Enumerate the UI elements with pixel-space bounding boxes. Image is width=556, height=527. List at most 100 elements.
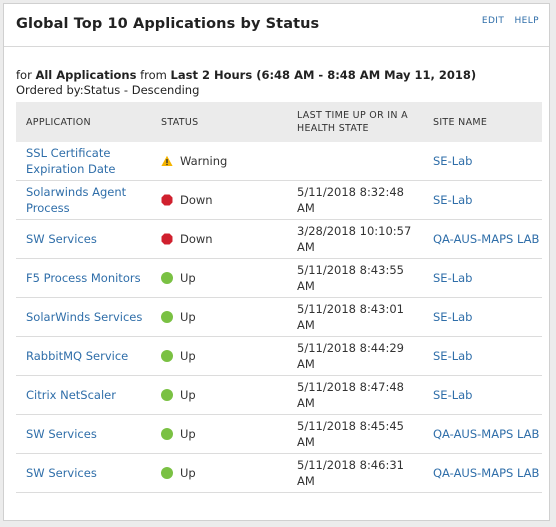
header-links: EDIT HELP	[475, 16, 539, 26]
summary-from: from	[140, 68, 167, 82]
application-cell: SW Services	[16, 414, 151, 454]
status-cell: Up	[151, 336, 287, 376]
site-link[interactable]: SE-Lab	[433, 154, 472, 168]
summary-line: for All Applications from Last 2 Hours (…	[16, 68, 476, 83]
status-label: Warning	[180, 154, 228, 168]
status-cell: Down	[151, 180, 287, 220]
site-cell: SE-Lab	[423, 297, 542, 337]
last-time-cell: 5/11/2018 8:46:31 AM	[287, 453, 423, 493]
site-cell: SE-Lab	[423, 375, 542, 415]
table-row: SW Services Down 3/28/2018 10:10:57 AM QA-A…	[16, 219, 542, 259]
application-cell: SolarWinds Services	[16, 297, 151, 337]
edit-link[interactable]: EDIT	[482, 16, 504, 26]
site-link[interactable]: SE-Lab	[433, 310, 472, 324]
last-time-cell: 5/11/2018 8:44:29 AM	[287, 336, 423, 376]
status-cell: Up	[151, 258, 287, 298]
summary-for: for	[16, 68, 32, 82]
application-cell: SW Services	[16, 453, 151, 493]
down-icon	[161, 194, 173, 206]
last-time-cell: 5/11/2018 8:45:45 AM	[287, 414, 423, 454]
status-label: Up	[180, 466, 196, 480]
application-link[interactable]: Citrix NetScaler	[26, 388, 116, 402]
table-body: SSL Certificate Expiration Date Warning SE…	[16, 142, 542, 493]
summary: for All Applications from Last 2 Hours (…	[16, 68, 476, 98]
application-link[interactable]: F5 Process Monitors	[26, 271, 141, 285]
header-site[interactable]: SITE NAME	[423, 102, 542, 142]
site-link[interactable]: QA-AUS-MAPS LAB	[433, 427, 539, 441]
site-link[interactable]: SE-Lab	[433, 271, 472, 285]
header-last-time[interactable]: LAST TIME UP OR IN A HEALTH STATE	[287, 102, 423, 142]
status-label: Up	[180, 271, 196, 285]
site-cell: SE-Lab	[423, 142, 542, 181]
application-link[interactable]: SW Services	[26, 232, 97, 246]
up-icon	[161, 428, 173, 440]
status-label: Up	[180, 349, 196, 363]
application-cell: Citrix NetScaler	[16, 375, 151, 415]
status-cell: Up	[151, 453, 287, 493]
last-time-cell: 5/11/2018 8:47:48 AM	[287, 375, 423, 415]
status-cell: Up	[151, 414, 287, 454]
application-cell: Solarwinds Agent Process	[16, 180, 151, 220]
widget-title: Global Top 10 Applications by Status	[16, 16, 320, 32]
table-row: Citrix NetScaler Up 5/11/2018 8:47:48 AM SE…	[16, 375, 542, 415]
table-row: SW Services Up 5/11/2018 8:46:31 AM QA-AUS-…	[16, 453, 542, 493]
site-link[interactable]: SE-Lab	[433, 193, 472, 207]
site-cell: QA-AUS-MAPS LAB	[423, 453, 542, 493]
site-link[interactable]: SE-Lab	[433, 388, 472, 402]
summary-ordered-by: Ordered by:Status - Descending	[16, 83, 200, 97]
site-cell: SE-Lab	[423, 258, 542, 298]
table-row: SSL Certificate Expiration Date Warning SE…	[16, 142, 542, 181]
status-label: Up	[180, 388, 196, 402]
status-label: Down	[180, 232, 213, 246]
applications-status-widget: Global Top 10 Applications by Status EDI…	[3, 3, 550, 521]
last-time-cell	[287, 142, 423, 181]
status-label: Up	[180, 310, 196, 324]
up-icon	[161, 272, 173, 284]
application-link[interactable]: SolarWinds Services	[26, 310, 142, 324]
last-time-cell: 5/11/2018 8:32:48 AM	[287, 180, 423, 220]
site-cell: QA-AUS-MAPS LAB	[423, 219, 542, 259]
application-cell: SSL Certificate Expiration Date	[16, 142, 151, 181]
status-cell: Up	[151, 297, 287, 337]
header-status[interactable]: STATUS	[151, 102, 287, 142]
status-label: Down	[180, 193, 213, 207]
help-link[interactable]: HELP	[515, 16, 540, 26]
down-icon	[161, 233, 173, 245]
site-link[interactable]: QA-AUS-MAPS LAB	[433, 466, 539, 480]
application-link[interactable]: SW Services	[26, 427, 97, 441]
up-icon	[161, 350, 173, 362]
application-link[interactable]: Solarwinds Agent Process	[26, 185, 126, 215]
status-cell: Warning	[151, 142, 287, 181]
table-row: SW Services Up 5/11/2018 8:45:45 AM QA-AUS-…	[16, 414, 542, 454]
site-cell: SE-Lab	[423, 180, 542, 220]
summary-scope: All Applications	[35, 68, 137, 82]
application-link[interactable]: SW Services	[26, 466, 97, 480]
status-cell: Down	[151, 219, 287, 259]
header-application[interactable]: APPLICATION	[16, 102, 151, 142]
site-cell: SE-Lab	[423, 336, 542, 376]
table-row: Solarwinds Agent Process Down 5/11/2018 8:…	[16, 180, 542, 220]
last-time-cell: 5/11/2018 8:43:55 AM	[287, 258, 423, 298]
table-row: SolarWinds Services Up 5/11/2018 8:43:01 A…	[16, 297, 542, 337]
widget-header: Global Top 10 Applications by Status EDI…	[4, 4, 549, 47]
summary-range: Last 2 Hours (6:48 AM - 8:48 AM May 11, …	[170, 68, 477, 82]
up-icon	[161, 389, 173, 401]
application-cell: SW Services	[16, 219, 151, 259]
application-link[interactable]: SSL Certificate Expiration Date	[26, 146, 116, 176]
last-time-cell: 3/28/2018 10:10:57 AM	[287, 219, 423, 259]
table-row: F5 Process Monitors Up 5/11/2018 8:43:55 A…	[16, 258, 542, 298]
site-link[interactable]: QA-AUS-MAPS LAB	[433, 232, 539, 246]
application-link[interactable]: RabbitMQ Service	[26, 349, 128, 363]
status-cell: Up	[151, 375, 287, 415]
application-cell: F5 Process Monitors	[16, 258, 151, 298]
table-header-row: APPLICATION STATUS LAST TIME UP OR IN A …	[16, 102, 542, 142]
application-cell: RabbitMQ Service	[16, 336, 151, 376]
status-label: Up	[180, 427, 196, 441]
table-row: RabbitMQ Service Up 5/11/2018 8:44:29 AM SE…	[16, 336, 542, 376]
last-time-cell: 5/11/2018 8:43:01 AM	[287, 297, 423, 337]
up-icon	[161, 311, 173, 323]
up-icon	[161, 467, 173, 479]
warning-icon	[161, 155, 173, 167]
site-cell: QA-AUS-MAPS LAB	[423, 414, 542, 454]
site-link[interactable]: SE-Lab	[433, 349, 472, 363]
